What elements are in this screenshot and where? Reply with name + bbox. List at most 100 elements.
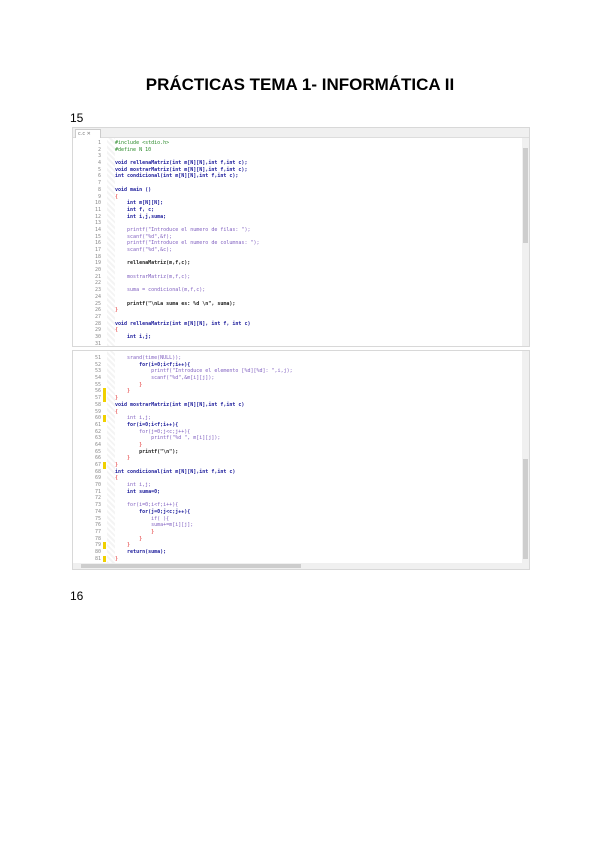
code-line: 27 [73, 314, 529, 321]
line-number: 62 [94, 428, 101, 435]
code-line: 1 #include <stdio.h> [73, 140, 529, 147]
code-text: } [115, 395, 119, 402]
line-number: 11 [94, 206, 101, 213]
code-line: 57} [73, 395, 529, 402]
code-text: printf("Introduce el numero de filas: ")… [115, 226, 251, 233]
code-text: for(j=0;j<c;j++){ [115, 428, 191, 435]
code-text: { [115, 475, 119, 482]
code-editor-2: 51 srand(time(NULL)); 52 for(i=0;i<f;i++)… [73, 351, 529, 569]
code-text: for(i=0;i<f;i++){ [115, 502, 179, 509]
code-line: 17 scanf("%d",&c); [73, 247, 529, 254]
line-number: 79 [94, 542, 101, 549]
code-line: 19 rellenaMatriz(m,f,c); [73, 260, 529, 267]
line-number: 59 [94, 408, 101, 415]
line-number: 65 [94, 448, 101, 455]
line-number: 6 [97, 173, 101, 180]
code-line: 23 suma = condicional(m,f,c); [73, 287, 529, 294]
code-text: scanf("%d",&f); [115, 233, 173, 240]
line-number: 30 [94, 333, 101, 340]
code-text: } [115, 307, 119, 314]
code-line: 14 printf("Introduce el numero de filas:… [73, 227, 529, 234]
code-text: } [115, 381, 143, 388]
code-text: } [115, 455, 131, 462]
code-line: 24 [73, 294, 529, 301]
code-line: 77 } [73, 529, 529, 536]
line-number: 70 [94, 482, 101, 489]
code-line: 79 } [73, 542, 529, 549]
line-number: 14 [94, 226, 101, 233]
line-number: 27 [94, 313, 101, 320]
line-number: 75 [94, 515, 101, 522]
vertical-scrollbar[interactable] [522, 138, 529, 346]
code-text: int condicional(int m[N][N],int f,int c) [115, 468, 236, 475]
line-number: 21 [94, 273, 101, 280]
line-number: 72 [94, 495, 101, 502]
code-line: 10 int m[N][N]; [73, 200, 529, 207]
code-line: 22 [73, 280, 529, 287]
line-number: 64 [94, 441, 101, 448]
code-text: int f, c; [115, 206, 155, 213]
code-line: 30 int i,j; [73, 334, 529, 341]
code-line: 70 int i,j; [73, 482, 529, 489]
line-number: 25 [94, 300, 101, 307]
code-text: } [115, 441, 143, 448]
code-line: 3 [73, 153, 529, 160]
code-line: 73 for(i=0;i<f;i++){ [73, 502, 529, 509]
code-line: 51 srand(time(NULL)); [73, 355, 529, 362]
code-text: { [115, 327, 119, 334]
line-number: 28 [94, 320, 101, 327]
code-text: #include <stdio.h> [115, 140, 170, 146]
code-line: 9{ [73, 194, 529, 201]
line-number: 78 [94, 535, 101, 542]
code-line: 28 void rellenaMatriz(int m[N][N], int f,… [73, 321, 529, 328]
code-line: 12 int i,j,suma; [73, 214, 529, 221]
code-line: 18 [73, 254, 529, 261]
code-text: printf("\n"); [115, 448, 179, 455]
code-text: int i,j; [115, 415, 152, 422]
line-number: 16 [94, 240, 101, 247]
code-text: #define N 10 [115, 146, 152, 153]
exercise-number-15: 15 [70, 111, 84, 125]
line-number: 5 [97, 166, 101, 173]
code-line: 26} [73, 307, 529, 314]
code-line: 66 } [73, 455, 529, 462]
line-number: 24 [94, 293, 101, 300]
line-number: 57 [94, 395, 101, 402]
line-number: 74 [94, 508, 101, 515]
code-line: 13 [73, 220, 529, 227]
line-number: 15 [94, 233, 101, 240]
code-line: 56 } [73, 388, 529, 396]
code-line: 60 int i,j; [73, 415, 529, 422]
vertical-scrollbar[interactable] [522, 351, 529, 569]
code-text: for(i=0;i<f;i++){ [115, 361, 191, 368]
code-line: 52 for(i=0;i<f;i++){ [73, 362, 529, 369]
line-number: 1 [97, 140, 101, 146]
code-text: } [115, 388, 131, 395]
code-line: 78 } [73, 536, 529, 543]
line-number: 10 [94, 200, 101, 207]
code-line: 11 int f, c; [73, 207, 529, 214]
code-line: 54 scanf("%d",&m[i][j]); [73, 375, 529, 382]
code-text: int suma=0; [115, 488, 161, 495]
line-number: 26 [94, 307, 101, 314]
code-text: scanf("%d",&m[i][j]); [115, 375, 215, 382]
line-number: 9 [97, 193, 101, 200]
line-number: 56 [94, 388, 101, 395]
line-number: 19 [94, 260, 101, 267]
code-text: { [115, 193, 119, 200]
line-number: 71 [94, 488, 101, 495]
code-text: { [115, 408, 119, 415]
code-line: 63 printf("%d ", m[i][j]); [73, 435, 529, 442]
line-number: 18 [94, 253, 101, 260]
line-number: 67 [94, 462, 101, 468]
line-number: 69 [94, 475, 101, 482]
line-number: 58 [94, 401, 101, 408]
line-number: 52 [94, 361, 101, 368]
line-number: 23 [94, 287, 101, 294]
code-line: 29 { [73, 327, 529, 334]
code-screenshot-2: 51 srand(time(NULL)); 52 for(i=0;i<f;i++)… [72, 350, 530, 570]
code-text: if( ){ [115, 515, 170, 522]
code-text: for(i=0;i<f;i++){ [115, 421, 179, 428]
horizontal-scrollbar[interactable] [73, 563, 522, 569]
code-text: } [115, 528, 155, 535]
